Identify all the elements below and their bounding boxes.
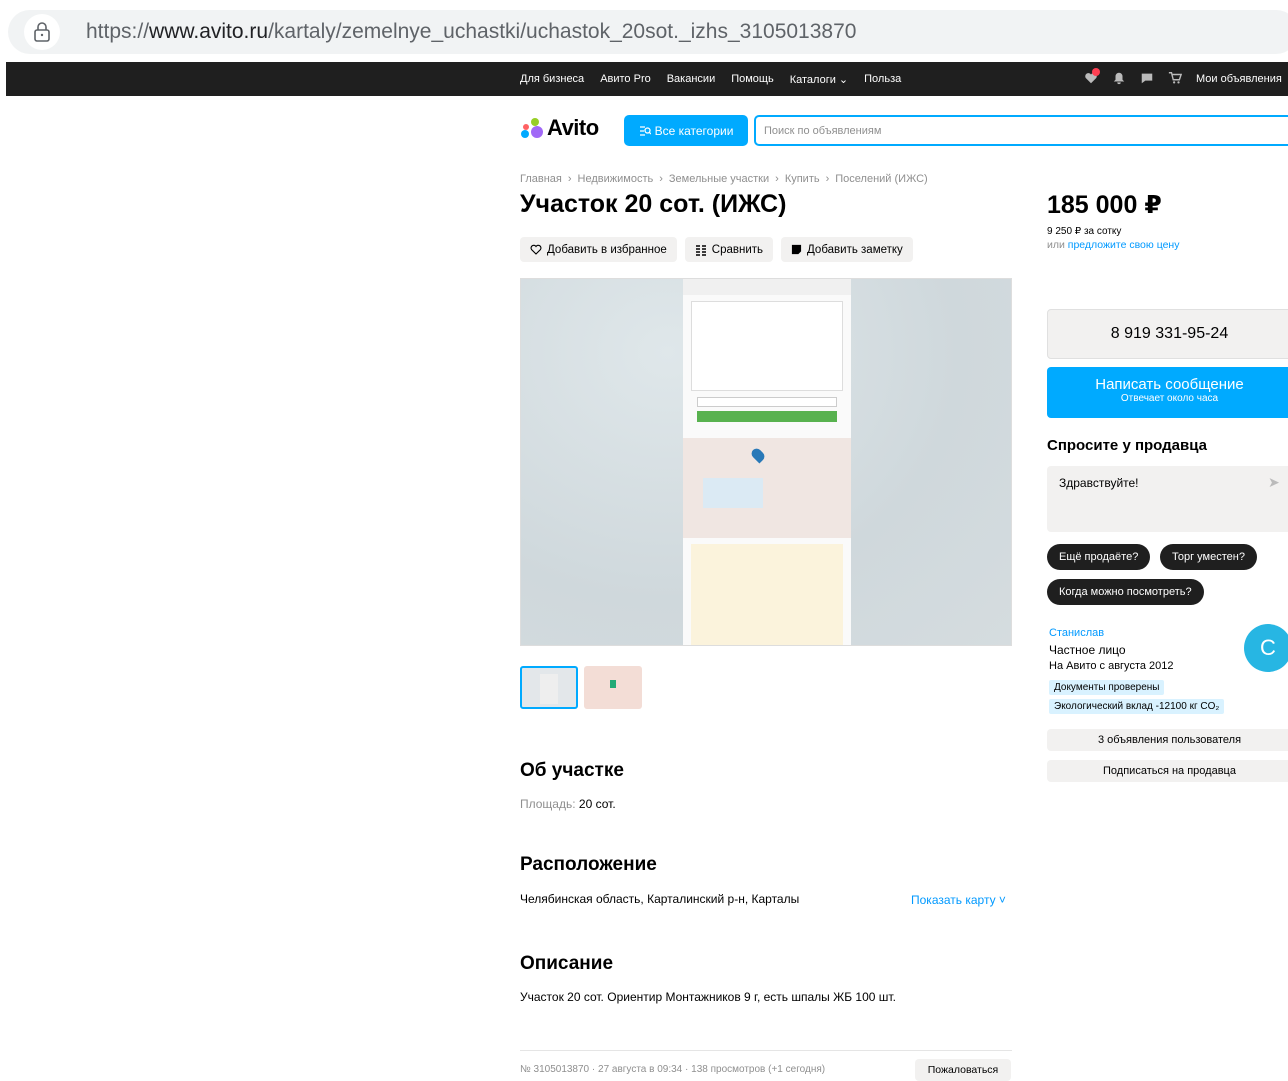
docs-verified-badge: Документы проверены bbox=[1049, 680, 1165, 695]
compare-icon bbox=[695, 244, 706, 256]
favorites-heart-icon[interactable] bbox=[1084, 67, 1100, 88]
offer-price-link[interactable]: предложите свою цену bbox=[1068, 239, 1180, 251]
quick-question-chip[interactable]: Ещё продаёте? bbox=[1047, 544, 1151, 570]
page-title: Участок 20 сот. (ИЖС) bbox=[520, 190, 787, 218]
seller-name-link[interactable]: Станислав bbox=[1049, 627, 1104, 639]
eco-badge[interactable]: Экологический вклад -12100 кг CO₂ bbox=[1049, 699, 1225, 714]
heart-outline-icon bbox=[530, 244, 542, 255]
nav-avito-pro[interactable]: Авито Pro bbox=[600, 73, 651, 85]
address: Челябинская область, Карталинский р-н, К… bbox=[520, 892, 800, 906]
price: 185 000 ₽ bbox=[1047, 191, 1162, 219]
phone-screenshot-image bbox=[683, 279, 851, 645]
description-heading: Описание bbox=[520, 953, 614, 974]
quick-question-chip[interactable]: Торг уместен? bbox=[1160, 544, 1257, 570]
url-text: https://www.avito.ru/kartaly/zemelnye_uc… bbox=[86, 20, 857, 43]
note-icon bbox=[791, 244, 802, 255]
breadcrumb-item[interactable]: Земельные участки bbox=[669, 173, 769, 185]
messages-chat-icon[interactable] bbox=[1140, 71, 1154, 88]
breadcrumb-item[interactable]: Купить bbox=[785, 173, 820, 185]
breadcrumb-item[interactable]: Главная bbox=[520, 173, 562, 185]
description-text: Участок 20 сот. Ориентир Монтажников 9 г… bbox=[520, 990, 896, 1004]
divider bbox=[520, 1050, 1012, 1051]
nav-catalogs[interactable]: Каталоги ⌄ bbox=[790, 73, 848, 86]
top-navigation: Для бизнеса Авито Pro Вакансии Помощь Ка… bbox=[6, 62, 1288, 96]
all-categories-button[interactable]: Все категории bbox=[624, 115, 748, 146]
ask-seller-heading: Спросите у продавца bbox=[1047, 437, 1207, 454]
avito-logo[interactable]: Avito bbox=[520, 115, 599, 141]
show-map-link[interactable]: Показать карту ˅ bbox=[911, 893, 1006, 907]
url-field[interactable]: https://www.avito.ru/kartaly/zemelnye_uc… bbox=[8, 10, 1288, 54]
quick-question-chip[interactable]: Когда можно посмотреть? bbox=[1047, 579, 1204, 605]
thumbnail[interactable] bbox=[584, 666, 642, 709]
ask-seller-input[interactable]: Здравствуйте! bbox=[1047, 466, 1288, 532]
complain-button[interactable]: Пожаловаться bbox=[915, 1059, 1011, 1081]
add-note-button[interactable]: Добавить заметку bbox=[781, 237, 913, 262]
price-per-sotka: 9 250 ₽ за сотку bbox=[1047, 226, 1122, 237]
avatar[interactable]: С bbox=[1244, 624, 1288, 672]
cart-icon[interactable] bbox=[1168, 71, 1182, 88]
breadcrumb-item[interactable]: Поселений (ИЖС) bbox=[835, 173, 927, 185]
seller-since: На Авито с августа 2012 bbox=[1049, 660, 1174, 672]
browser-address-bar: https://www.avito.ru/kartaly/zemelnye_uc… bbox=[0, 0, 1288, 62]
listing-meta: № 3105013870 · 27 августа в 09:34 · 138 … bbox=[520, 1064, 826, 1075]
site-info-icon[interactable] bbox=[24, 14, 60, 50]
location-heading: Расположение bbox=[520, 854, 657, 875]
subscribe-button[interactable]: Подписаться на продавца bbox=[1047, 760, 1288, 782]
add-favorite-button[interactable]: Добавить в избранное bbox=[520, 237, 677, 262]
thumbnail[interactable] bbox=[520, 666, 578, 709]
search-input[interactable]: Поиск по объявлениям bbox=[754, 115, 1288, 146]
breadcrumb: Главная › Недвижимость › Земельные участки… bbox=[520, 173, 928, 185]
user-ads-button[interactable]: 3 объявления пользователя bbox=[1047, 729, 1288, 751]
offer-price: или предложите свою цену bbox=[1047, 239, 1180, 251]
notifications-bell-icon[interactable] bbox=[1112, 71, 1126, 88]
listing-actions: Добавить в избранное Сравнить Добавить з… bbox=[520, 237, 913, 262]
nav-help[interactable]: Помощь bbox=[731, 73, 774, 85]
seller-type: Частное лицо bbox=[1049, 643, 1126, 657]
photo-thumbnails bbox=[520, 666, 642, 709]
write-message-button[interactable]: Написать сообщение Отвечает около часа bbox=[1047, 367, 1288, 418]
compare-button[interactable]: Сравнить bbox=[684, 237, 774, 262]
show-phone-button[interactable]: 8 919 331-95-24 bbox=[1047, 309, 1288, 359]
nav-vacancies[interactable]: Вакансии bbox=[667, 73, 716, 85]
area-row: Площадь: 20 сот. bbox=[520, 797, 616, 811]
nav-benefit[interactable]: Польза bbox=[864, 73, 901, 85]
search-list-icon bbox=[639, 125, 651, 136]
avito-logo-dots-icon bbox=[521, 118, 543, 138]
send-icon[interactable]: ➤ bbox=[1268, 474, 1280, 491]
about-heading: Об участке bbox=[520, 760, 624, 781]
main-photo[interactable] bbox=[520, 278, 1012, 646]
nav-business[interactable]: Для бизнеса bbox=[520, 73, 584, 85]
my-ads-link[interactable]: Мои объявления bbox=[1196, 73, 1282, 85]
breadcrumb-item[interactable]: Недвижимость bbox=[578, 173, 654, 185]
